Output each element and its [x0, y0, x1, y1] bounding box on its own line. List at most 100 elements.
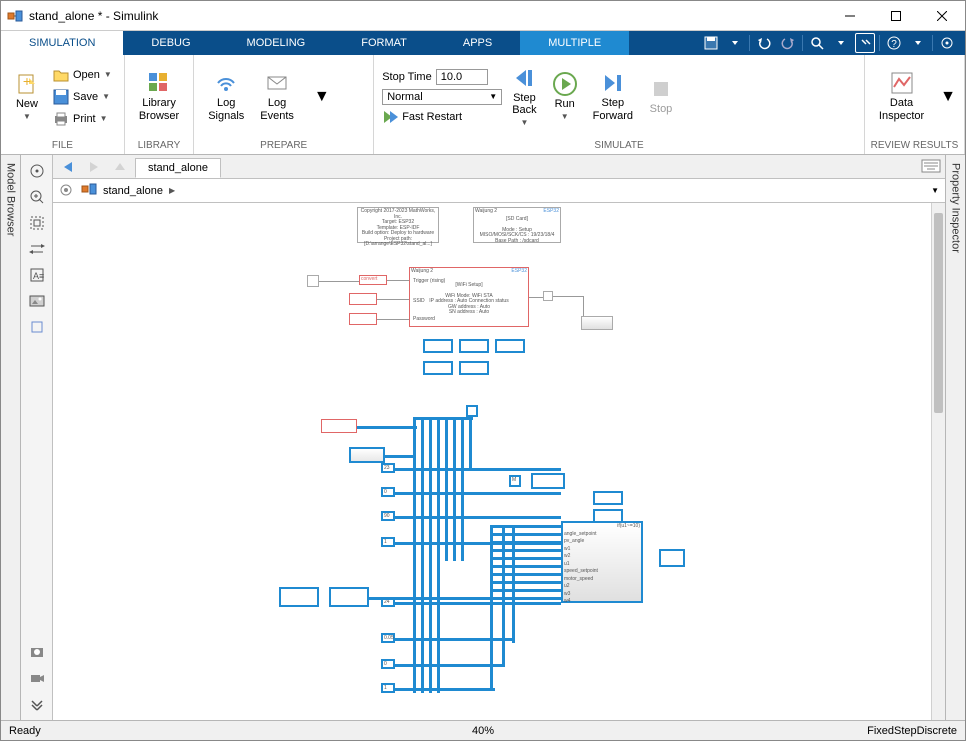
- breadcrumb-root[interactable]: stand_alone: [103, 185, 163, 197]
- ribbon-group-prepare: Log Signals Log Events ▼ PREPARE: [194, 55, 374, 154]
- tab-apps[interactable]: APPS: [435, 31, 520, 55]
- prepare-expand-icon[interactable]: ▼: [314, 88, 330, 106]
- new-button[interactable]: + New ▼: [9, 68, 45, 125]
- play-icon: [553, 72, 577, 96]
- maximize-button[interactable]: [873, 1, 919, 31]
- block-trigger-src[interactable]: [307, 275, 319, 287]
- model-browser-tab[interactable]: Model Browser: [1, 155, 21, 720]
- block-display[interactable]: [581, 316, 613, 330]
- block-convert[interactable]: convert: [359, 275, 387, 285]
- breadcrumb-dropdown-icon[interactable]: ▼: [931, 186, 939, 195]
- stop-time-input[interactable]: [436, 69, 488, 85]
- sel-out-2[interactable]: [593, 491, 623, 505]
- save-button[interactable]: Save ▼: [49, 87, 116, 107]
- sel-const-top[interactable]: [466, 405, 478, 417]
- sel-block-3[interactable]: [495, 339, 525, 353]
- sel-block-1[interactable]: [423, 339, 453, 353]
- const-0b[interactable]: 0: [381, 659, 395, 669]
- sel-subsystem-1[interactable]: [349, 447, 385, 463]
- screenshot-tool-icon[interactable]: [23, 640, 51, 664]
- data-inspector-button[interactable]: Data Inspector: [873, 67, 930, 125]
- step-back-button[interactable]: Step Back ▼: [506, 62, 542, 131]
- close-button[interactable]: [919, 1, 965, 31]
- toggle-tool-icon[interactable]: [23, 237, 51, 261]
- status-solver[interactable]: FixedStepDiscrete: [867, 725, 957, 737]
- nav-back-icon[interactable]: [57, 157, 79, 177]
- step-forward-button[interactable]: Step Forward: [587, 67, 639, 125]
- block-tool-icon[interactable]: [23, 315, 51, 339]
- document-tab[interactable]: stand_alone: [135, 158, 221, 178]
- ribbon: + New ▼ Open ▼ Save ▼ Print ▼: [1, 55, 965, 155]
- sel-subsystem-2[interactable]: [279, 587, 319, 607]
- redo-icon[interactable]: [778, 33, 798, 53]
- const-0a[interactable]: 0: [381, 487, 395, 497]
- tab-modeling[interactable]: MODELING: [219, 31, 334, 55]
- step-forward-icon: [601, 71, 625, 95]
- tab-debug[interactable]: DEBUG: [123, 31, 218, 55]
- image-tool-icon[interactable]: [23, 289, 51, 313]
- window-title: stand_alone * - Simulink: [29, 9, 827, 23]
- sel-block-4[interactable]: [423, 361, 453, 375]
- block-scope[interactable]: if(u1~=10) angle_setpoint pv_angle w1 w2…: [561, 521, 643, 603]
- pin-icon[interactable]: [59, 183, 75, 199]
- const-1b[interactable]: 1: [381, 683, 395, 693]
- zoom-tool-icon[interactable]: [23, 185, 51, 209]
- record-tool-icon[interactable]: [23, 666, 51, 690]
- expand-palette-icon[interactable]: [23, 692, 51, 716]
- sel-out-1[interactable]: [531, 473, 565, 489]
- block-sdcard[interactable]: Waijung 2ESP32 [SD Card] Mode : Setup MI…: [473, 207, 561, 243]
- sel-out-right[interactable]: [659, 549, 685, 567]
- stop-icon: [649, 77, 673, 101]
- block-wifi-setup[interactable]: Waijung 2ESP32 Trigger (rising) SSID Pas…: [409, 267, 529, 327]
- nav-up-icon[interactable]: [109, 157, 131, 177]
- const-005[interactable]: 0.05: [381, 633, 395, 643]
- block-pwd-src[interactable]: [349, 313, 377, 325]
- fast-restart-button[interactable]: Fast Restart: [382, 109, 502, 125]
- search-icon[interactable]: [807, 33, 827, 53]
- stop-button[interactable]: Stop: [643, 73, 679, 119]
- canvas[interactable]: Copyright 2017-2023 MathWorks, Inc. Targ…: [53, 203, 945, 720]
- save-icon[interactable]: [701, 33, 721, 53]
- block-conn-node[interactable]: [543, 291, 553, 301]
- block-m[interactable]: M: [509, 475, 521, 487]
- target-icon[interactable]: [937, 33, 957, 53]
- undo-icon[interactable]: [754, 33, 774, 53]
- status-zoom[interactable]: 40%: [472, 725, 494, 737]
- fit-tool-icon[interactable]: [23, 211, 51, 235]
- overflow-icon[interactable]: [855, 33, 875, 53]
- sel-block-5[interactable]: [459, 361, 489, 375]
- annotation-tool-icon[interactable]: A≡: [23, 263, 51, 287]
- tab-multiple[interactable]: MULTIPLE: [520, 31, 629, 55]
- library-browser-button[interactable]: Library Browser: [133, 67, 185, 125]
- minimize-button[interactable]: [827, 1, 873, 31]
- print-button[interactable]: Print ▼: [49, 109, 116, 129]
- status-bar: Ready 40% FixedStepDiscrete: [1, 720, 965, 740]
- const-90[interactable]: 90: [381, 511, 395, 521]
- simulink-icon: [7, 8, 23, 24]
- sel-block-2[interactable]: [459, 339, 489, 353]
- tab-simulation[interactable]: SIMULATION: [1, 31, 123, 55]
- log-events-button[interactable]: Log Events: [254, 67, 300, 125]
- sel-subsystem-3[interactable]: [329, 587, 369, 607]
- red-block-left[interactable]: [321, 419, 357, 433]
- keyboard-icon[interactable]: [921, 159, 941, 175]
- help-dropdown-icon[interactable]: [908, 33, 928, 53]
- block-model-info[interactable]: Copyright 2017-2023 MathWorks, Inc. Targ…: [357, 207, 439, 243]
- block-ssid-src[interactable]: [349, 293, 377, 305]
- open-button[interactable]: Open ▼: [49, 65, 116, 85]
- const-23[interactable]: 23: [381, 463, 395, 473]
- property-inspector-tab[interactable]: Property Inspector: [945, 155, 965, 720]
- const-1a[interactable]: 1: [381, 537, 395, 547]
- breadcrumb: stand_alone ▶ ▼: [53, 179, 945, 203]
- simulation-mode-select[interactable]: Normal ▼: [382, 89, 502, 105]
- help-icon[interactable]: ?: [884, 33, 904, 53]
- target-tool-icon[interactable]: [23, 159, 51, 183]
- nav-forward-icon[interactable]: [83, 157, 105, 177]
- log-signals-button[interactable]: Log Signals: [202, 67, 250, 125]
- scrollbar-vertical[interactable]: [931, 203, 945, 720]
- run-button[interactable]: Run ▼: [547, 68, 583, 125]
- search-dropdown-icon[interactable]: [831, 33, 851, 53]
- review-expand-icon[interactable]: ▼: [940, 88, 956, 106]
- tab-format[interactable]: FORMAT: [333, 31, 435, 55]
- save-dropdown-icon[interactable]: [725, 33, 745, 53]
